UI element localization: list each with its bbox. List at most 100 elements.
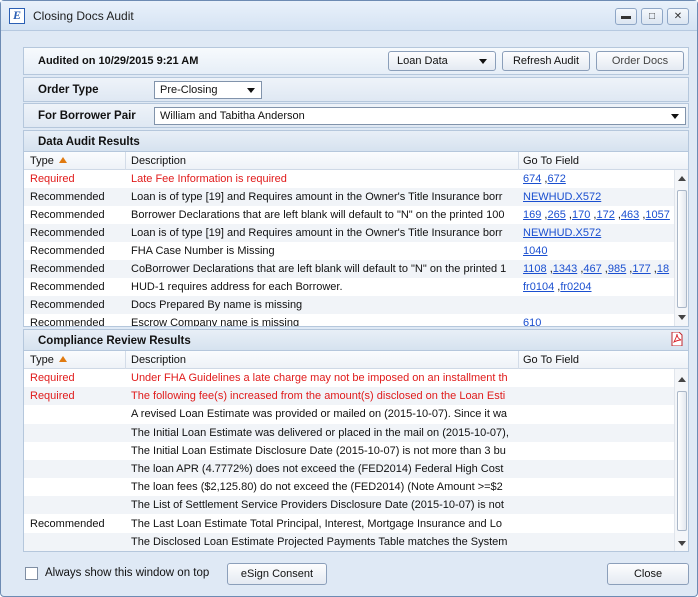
row-type: Recommended <box>30 317 105 327</box>
table-row[interactable]: Recommended Loan is of type [19] and Requ… <box>24 188 674 206</box>
order-type-value: Pre-Closing <box>160 84 218 96</box>
pdf-icon[interactable] <box>671 332 683 346</box>
data-audit-grid: Type Description Go To Field Required Lat… <box>23 151 689 327</box>
title-bar[interactable]: E Closing Docs Audit ▬ □ ✕ <box>1 1 697 31</box>
row-type: Recommended <box>30 281 105 293</box>
table-row[interactable]: Required Under FHA Guidelines a late char… <box>24 369 674 387</box>
goto-field-links: NEWHUD.X572 <box>523 227 671 239</box>
goto-field-link[interactable]: 463 <box>621 209 639 221</box>
table-row[interactable]: A revised Loan Estimate was provided or … <box>24 405 674 423</box>
row-type: Required <box>30 372 75 384</box>
row-description: Under FHA Guidelines a late charge may n… <box>131 372 508 384</box>
closing-docs-audit-window: E Closing Docs Audit ▬ □ ✕ Audited on 10… <box>0 0 698 597</box>
scroll-down-icon[interactable] <box>678 541 686 546</box>
data-audit-section-title: Data Audit Results <box>23 130 689 152</box>
sort-ascending-icon <box>58 157 67 163</box>
goto-field-link[interactable]: 985 <box>608 263 626 275</box>
goto-field-link[interactable]: 170 <box>572 209 590 221</box>
row-description: Docs Prepared By name is missing <box>131 299 303 311</box>
goto-field-link[interactable]: 265 <box>547 209 565 221</box>
order-type-label: Order Type <box>38 84 99 96</box>
order-type-select[interactable]: Pre-Closing <box>154 81 262 99</box>
scroll-thumb[interactable] <box>677 391 687 531</box>
goto-field-link[interactable]: 177 <box>632 263 650 275</box>
row-type: Recommended <box>30 227 105 239</box>
borrower-pair-value: William and Tabitha Anderson <box>160 110 305 122</box>
row-description: The Initial Loan Estimate Disclosure Dat… <box>131 444 506 457</box>
table-row[interactable]: Required Late Fee Information is required… <box>24 170 674 188</box>
table-row[interactable]: Recommended Loan is of type [19] and Requ… <box>24 224 674 242</box>
table-row[interactable]: Recommended Borrower Declarations that ar… <box>24 206 674 224</box>
goto-field-link[interactable]: 18 <box>657 263 669 275</box>
table-row[interactable]: The List of Settlement Service Providers… <box>24 496 674 515</box>
footer-bar: Always show this window on top eSign Con… <box>23 561 689 587</box>
goto-column-header[interactable]: Go To Field <box>523 155 579 167</box>
compliance-scrollbar[interactable] <box>674 369 688 551</box>
table-row[interactable]: Recommended HUD-1 requires address for ea… <box>24 278 674 296</box>
row-type: Recommended <box>30 263 105 275</box>
goto-field-link[interactable]: 672 <box>547 173 565 185</box>
type-column-header[interactable]: Type <box>30 354 67 366</box>
close-button[interactable]: Close <box>607 563 689 585</box>
minimize-icon[interactable]: ▬ <box>615 8 637 25</box>
table-row[interactable]: The Initial Loan Estimate Disclosure Dat… <box>24 442 674 460</box>
table-row[interactable]: Recommended CoBorrower Declarations that … <box>24 260 674 278</box>
goto-field-links: fr0104 ,fr0204 <box>523 281 592 293</box>
row-description: Loan is of type [19] and Requires amount… <box>131 191 503 203</box>
row-description: The Disclosed Loan Estimate Projected Pa… <box>131 535 508 548</box>
order-docs-button[interactable]: Order Docs <box>596 51 684 71</box>
goto-field-link[interactable]: 1108 <box>523 263 547 275</box>
description-column-header[interactable]: Description <box>131 155 186 167</box>
refresh-audit-button[interactable]: Refresh Audit <box>502 51 590 71</box>
loan-data-dropdown[interactable]: Loan Data <box>388 51 496 71</box>
goto-field-link[interactable]: fr0104 <box>523 281 554 293</box>
goto-field-link[interactable]: 610 <box>523 317 541 326</box>
row-description: Loan is of type [19] and Requires amount… <box>131 227 503 239</box>
goto-field-link[interactable]: 467 <box>583 263 601 275</box>
description-column-header[interactable]: Description <box>131 354 186 366</box>
table-row[interactable]: Recommended Docs Prepared By name is miss… <box>24 296 674 314</box>
data-audit-header: Type Description Go To Field <box>24 152 688 170</box>
goto-field-links: 610 <box>523 317 671 326</box>
table-row[interactable]: The loan APR (4.7772%) does not exceed t… <box>24 460 674 478</box>
goto-field-link[interactable]: 1040 <box>523 245 547 257</box>
goto-field-link[interactable]: 172 <box>596 209 614 221</box>
close-x-icon[interactable]: ✕ <box>667 8 689 25</box>
table-row[interactable]: The Initial Loan Estimate was delivered … <box>24 423 674 442</box>
table-row[interactable]: Recommended Escrow Company name is missin… <box>24 314 674 327</box>
row-description: HUD-1 requires address for each Borrower… <box>131 281 343 293</box>
always-on-top-checkbox[interactable] <box>25 567 38 580</box>
goto-field-link[interactable]: NEWHUD.X572 <box>523 191 601 203</box>
always-on-top-label[interactable]: Always show this window on top <box>45 567 209 579</box>
row-description: CoBorrower Declarations that are left bl… <box>131 263 507 275</box>
table-row[interactable]: Required The following fee(s) increased f… <box>24 387 674 406</box>
esign-consent-button[interactable]: eSign Consent <box>227 563 327 585</box>
maximize-icon[interactable]: □ <box>641 8 663 25</box>
type-column-header[interactable]: Type <box>30 155 67 167</box>
row-description: The List of Settlement Service Providers… <box>131 499 504 512</box>
table-row[interactable]: The loan fees ($2,125.80) do not exceed … <box>24 478 674 496</box>
goto-field-link[interactable]: 674 <box>523 173 541 185</box>
scroll-up-icon[interactable] <box>678 377 686 382</box>
scroll-thumb[interactable] <box>677 190 687 308</box>
sort-ascending-icon <box>58 356 67 362</box>
borrower-pair-select[interactable]: William and Tabitha Anderson <box>154 107 686 125</box>
table-row[interactable]: The Disclosed Loan Estimate Projected Pa… <box>24 532 674 551</box>
goto-field-link[interactable]: 1343 <box>553 263 577 275</box>
goto-field-links: NEWHUD.X572 <box>523 191 671 203</box>
scroll-down-icon[interactable] <box>678 315 686 320</box>
goto-field-link[interactable]: 1057 <box>645 209 669 221</box>
table-row[interactable]: Recommended FHA Case Number is Missing 104… <box>24 242 674 260</box>
table-row[interactable]: Recommended The Last Loan Estimate Total … <box>24 515 674 533</box>
data-audit-scrollbar[interactable] <box>674 170 688 326</box>
goto-field-links: 674 ,672 <box>523 173 566 185</box>
compliance-grid: Type Description Go To Field Required Und… <box>23 350 689 552</box>
goto-field-link[interactable]: fr0204 <box>560 281 591 293</box>
borrower-pair-row: For Borrower Pair William and Tabitha An… <box>23 103 689 128</box>
goto-column-header[interactable]: Go To Field <box>523 354 579 366</box>
scroll-up-icon[interactable] <box>678 176 686 181</box>
compliance-section-title: Compliance Review Results <box>23 329 689 351</box>
goto-field-link[interactable]: NEWHUD.X572 <box>523 227 601 239</box>
goto-field-link[interactable]: 169 <box>523 209 541 221</box>
app-e-icon: E <box>9 7 25 24</box>
